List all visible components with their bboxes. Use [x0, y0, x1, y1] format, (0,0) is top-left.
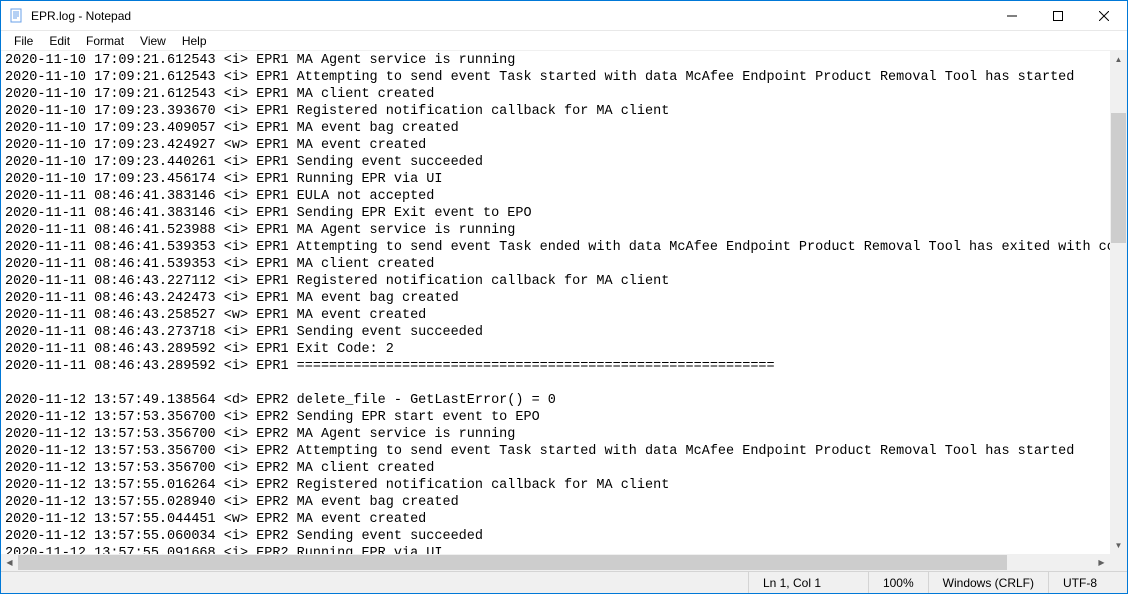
- status-encoding: UTF-8: [1049, 572, 1127, 593]
- scroll-down-button[interactable]: ▼: [1110, 537, 1127, 554]
- horizontal-scroll-track[interactable]: [18, 554, 1093, 571]
- text-editor[interactable]: 2020-11-10 17:09:21.612543 <i> EPR1 MA A…: [1, 51, 1110, 554]
- vertical-scrollbar[interactable]: ▲ ▼: [1110, 51, 1127, 554]
- menu-edit[interactable]: Edit: [42, 32, 77, 50]
- statusbar: Ln 1, Col 1 100% Windows (CRLF) UTF-8: [1, 571, 1127, 593]
- horizontal-scroll-thumb[interactable]: [18, 555, 1007, 570]
- scroll-right-button[interactable]: ▶: [1093, 554, 1110, 571]
- horizontal-scrollbar[interactable]: ◀ ▶: [1, 554, 1127, 571]
- menu-format[interactable]: Format: [79, 32, 131, 50]
- vertical-scroll-track[interactable]: [1110, 68, 1127, 537]
- notepad-icon: [9, 8, 25, 24]
- window-controls: [989, 1, 1127, 30]
- menubar: File Edit Format View Help: [1, 31, 1127, 51]
- scrollbar-corner: [1110, 554, 1127, 571]
- close-button[interactable]: [1081, 1, 1127, 30]
- window-title: EPR.log - Notepad: [31, 9, 131, 23]
- status-line-ending: Windows (CRLF): [929, 572, 1049, 593]
- titlebar-left: EPR.log - Notepad: [1, 8, 131, 24]
- content-area: 2020-11-10 17:09:21.612543 <i> EPR1 MA A…: [1, 51, 1127, 554]
- scroll-left-button[interactable]: ◀: [1, 554, 18, 571]
- status-zoom: 100%: [869, 572, 929, 593]
- menu-file[interactable]: File: [7, 32, 40, 50]
- vertical-scroll-thumb[interactable]: [1111, 113, 1126, 243]
- menu-help[interactable]: Help: [175, 32, 214, 50]
- menu-view[interactable]: View: [133, 32, 173, 50]
- status-spacer: [1, 572, 749, 593]
- titlebar[interactable]: EPR.log - Notepad: [1, 1, 1127, 31]
- scroll-up-button[interactable]: ▲: [1110, 51, 1127, 68]
- status-position: Ln 1, Col 1: [749, 572, 869, 593]
- minimize-button[interactable]: [989, 1, 1035, 30]
- notepad-window: EPR.log - Notepad File Edit Format View …: [0, 0, 1128, 594]
- maximize-button[interactable]: [1035, 1, 1081, 30]
